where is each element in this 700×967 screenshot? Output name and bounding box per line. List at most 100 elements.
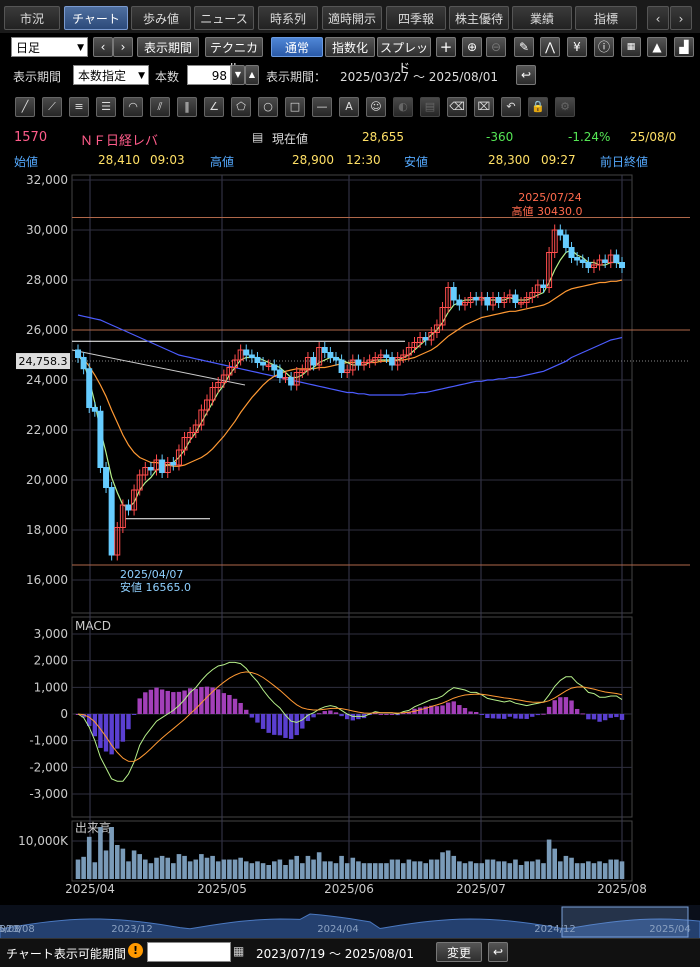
settings-icon[interactable]: ⚙ <box>555 97 575 117</box>
volume-bar <box>389 859 395 879</box>
undo-icon[interactable]: ↶ <box>501 97 521 117</box>
tab-0[interactable]: 市況 <box>4 6 60 30</box>
add-icon[interactable]: + <box>436 37 456 57</box>
macd-histogram-bar <box>92 714 98 737</box>
rectangle-icon[interactable]: □ <box>285 97 305 117</box>
macd-histogram-bar <box>288 714 294 739</box>
volume-bar <box>580 863 586 879</box>
tab-8[interactable]: 業績 <box>512 6 572 30</box>
x-tick-label: 2025/04 <box>65 882 115 896</box>
tab-scroll-prev-button[interactable]: ‹ <box>647 6 669 30</box>
pentagon-icon[interactable]: ⬠ <box>231 97 251 117</box>
count-down-icon[interactable]: ▼ <box>231 65 245 85</box>
index-mode-button[interactable]: 指数化 <box>325 37 375 57</box>
yen-icon[interactable]: ¥ <box>567 37 587 57</box>
zoom-in-icon[interactable]: ⊕ <box>462 37 482 57</box>
text-icon[interactable]: A <box>339 97 359 117</box>
volume-bar <box>569 857 574 879</box>
volume-bar <box>451 855 457 879</box>
macd-histogram-bar <box>182 690 187 714</box>
paint-icon[interactable]: ◐ <box>393 97 413 117</box>
tab-4[interactable]: 時系列 <box>258 6 318 30</box>
tab-5[interactable]: 適時開示 <box>322 6 382 30</box>
volume-bar <box>563 855 569 879</box>
volume-bar <box>311 859 316 879</box>
lock-icon[interactable]: 🔒 <box>528 97 548 117</box>
tab-9[interactable]: 指標 <box>575 6 637 30</box>
tab-1[interactable]: チャート <box>64 6 128 30</box>
candle-body <box>383 354 390 358</box>
tab-scroll-next-button[interactable]: › <box>670 6 692 30</box>
arc-icon[interactable]: ◠ <box>123 97 143 117</box>
ruler-icon[interactable]: ⟋ <box>42 97 62 117</box>
tab-7[interactable]: 株主優待 <box>449 6 509 30</box>
spread-mode-button[interactable]: スプレッド <box>377 37 431 75</box>
back-icon[interactable]: ↩ <box>516 65 536 85</box>
trendline-icon[interactable]: ╱ <box>15 97 35 117</box>
eraser-all-icon[interactable]: ⌧ <box>474 97 494 117</box>
date-input[interactable] <box>147 942 231 962</box>
reset-icon[interactable]: ↩ <box>488 942 508 962</box>
channel-icon[interactable]: ☰ <box>96 97 116 117</box>
area-chart-icon[interactable]: ▲ <box>647 37 667 57</box>
candle-chart-icon[interactable]: ▟ <box>674 37 694 57</box>
count-up-icon[interactable]: ▲ <box>245 65 259 85</box>
my-tech-icon[interactable]: ▦ <box>621 37 641 57</box>
technical-button[interactable]: テクニカル <box>205 37 263 75</box>
emoji-icon[interactable]: ☺ <box>366 97 386 117</box>
change-button[interactable]: 変更 <box>436 942 482 962</box>
macd-histogram-bar <box>238 702 243 714</box>
tab-2[interactable]: 歩み値 <box>131 6 191 30</box>
period-button[interactable]: 表示期間 <box>137 37 199 57</box>
candle-body <box>613 254 620 263</box>
interval-prev-button[interactable]: ‹ <box>93 37 113 57</box>
circle-icon[interactable]: ○ <box>258 97 278 117</box>
count-input[interactable]: 98 <box>187 65 231 85</box>
price-chart[interactable]: 2025/04 2025/05 2025/06 2025/07 2025/08 32,00… <box>0 160 700 938</box>
macd-histogram-bar <box>165 690 170 714</box>
volume-bar <box>271 861 277 879</box>
copy-icon[interactable]: ▤ <box>420 97 440 117</box>
interval-select[interactable]: 日足 ▼ <box>11 37 88 57</box>
macd-histogram-bar <box>159 689 165 714</box>
hlines-icon[interactable]: ≡ <box>69 97 89 117</box>
navigator-label: 2024/04 <box>317 924 359 935</box>
volume-bar <box>176 854 182 879</box>
price-tick-label: 18,000 <box>26 523 68 537</box>
macd-histogram-bar <box>199 686 204 714</box>
tab-3[interactable]: ニュース <box>194 6 254 30</box>
candle-body <box>276 369 283 378</box>
volume-bar <box>479 863 485 879</box>
normal-mode-button[interactable]: 通常 <box>271 37 323 57</box>
info-icon[interactable]: ⓘ <box>594 37 614 57</box>
macd-histogram-bar <box>227 694 232 714</box>
volume-bar <box>457 861 462 879</box>
tab-6[interactable]: 四季報 <box>386 6 446 30</box>
pencil-icon[interactable]: ✎ <box>514 37 534 57</box>
hline-icon[interactable]: — <box>312 97 332 117</box>
price-tick-label: 24,000 <box>26 373 68 387</box>
gann-icon[interactable]: ∠ <box>204 97 224 117</box>
volume-bar <box>266 865 271 879</box>
calendar-icon[interactable]: ▦ <box>233 944 244 958</box>
macd-histogram-bar <box>148 689 154 714</box>
macd-histogram-bar <box>417 707 423 714</box>
period-mode-select[interactable]: 本数指定 ▼ <box>73 65 149 85</box>
navigator-label: 2024/12 <box>534 924 576 935</box>
zoom-out-icon[interactable]: ⊖ <box>486 37 506 57</box>
price-tick-label: 26,000 <box>26 323 68 337</box>
vlines-icon[interactable]: ‖ <box>177 97 197 117</box>
candle-body <box>97 410 104 468</box>
macd-histogram-bar <box>131 714 137 715</box>
volume-bar <box>367 863 372 879</box>
interval-next-button[interactable]: › <box>113 37 133 57</box>
eraser-icon[interactable]: ⌫ <box>447 97 467 117</box>
volume-bar <box>602 863 608 879</box>
volume-bar <box>249 863 255 879</box>
volume-bar <box>361 863 367 879</box>
line-chart-icon[interactable]: ⋀ <box>540 37 560 57</box>
range-value: 2025/03/27 ～ 2025/08/01 <box>340 70 498 84</box>
macd-histogram-bar <box>350 714 356 721</box>
fan-icon[interactable]: ⫽ <box>150 97 170 117</box>
volume-label: 出来高 <box>75 820 111 835</box>
